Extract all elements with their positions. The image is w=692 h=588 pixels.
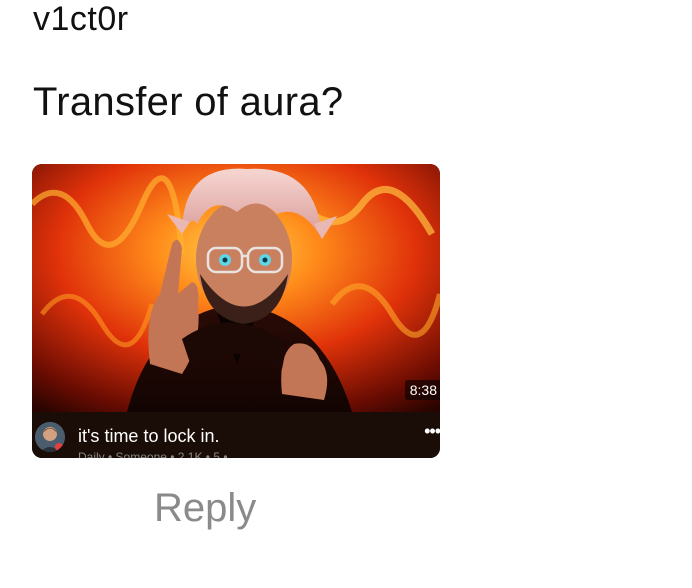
post-author-username[interactable]: v1ct0r: [33, 0, 129, 38]
video-meta: Daily • Someone • 2.1K • 5 •: [78, 450, 228, 458]
video-title[interactable]: it's time to lock in.: [78, 425, 219, 447]
more-options-icon[interactable]: •••: [424, 422, 440, 440]
channel-avatar-icon[interactable]: [35, 422, 65, 452]
embedded-video-card[interactable]: 8:38 it's time to lock in. Daily • Someo…: [32, 164, 440, 458]
video-info-bar: it's time to lock in. Daily • Someone • …: [32, 412, 440, 458]
video-duration-badge: 8:38: [404, 380, 440, 400]
video-thumbnail[interactable]: [32, 164, 440, 412]
reply-button[interactable]: Reply: [154, 486, 256, 530]
post-text: Transfer of aura?: [33, 80, 344, 124]
